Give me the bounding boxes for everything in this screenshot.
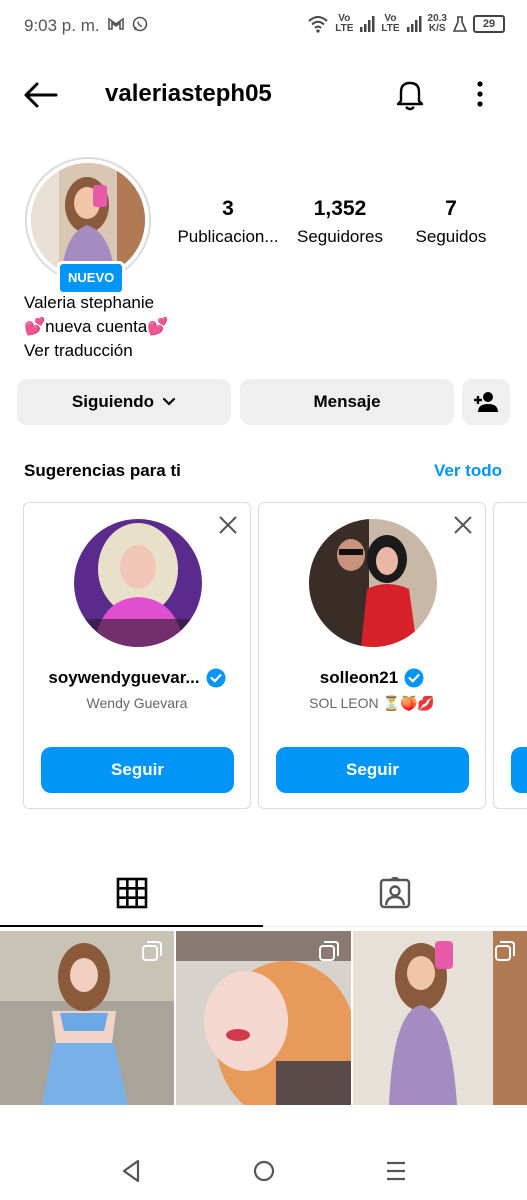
suggestion-fullname: SOL LEON ⏳🍑💋 — [309, 695, 435, 711]
battery-indicator: 29 — [473, 15, 505, 33]
follow-button-partial[interactable] — [511, 747, 527, 793]
posts-count: 3 — [222, 197, 234, 220]
close-icon[interactable] — [453, 515, 473, 535]
see-translation-link[interactable]: Ver traducción — [24, 341, 133, 361]
wifi-icon — [308, 16, 328, 33]
suggestions-heading: Sugerencias para ti — [24, 461, 181, 480]
more-vertical-icon[interactable] — [470, 80, 490, 108]
suggestion-username[interactable]: soywendyguevar... — [24, 668, 250, 688]
suggestion-avatar[interactable] — [309, 519, 437, 647]
stat-posts[interactable]: 3 Publicacion... — [176, 197, 280, 247]
volte-tag: Vo LTE — [335, 13, 354, 34]
add-person-button[interactable] — [462, 379, 510, 425]
profile-avatar[interactable] — [31, 163, 145, 277]
posts-label: Publicacion... — [177, 227, 279, 246]
see-all-link[interactable]: Ver todo — [434, 461, 502, 481]
nav-back-icon[interactable] — [118, 1157, 146, 1185]
signal-icon-2 — [406, 16, 422, 32]
post-thumbnail[interactable] — [0, 931, 174, 1105]
suggestion-card: solleon21 SOL LEON ⏳🍑💋 Seguir — [258, 502, 486, 809]
chevron-down-icon — [162, 397, 176, 406]
suggestion-fullname: Wendy Guevara — [86, 695, 188, 711]
stat-following[interactable]: 7 Seguidos — [406, 197, 496, 247]
back-arrow-icon[interactable] — [24, 82, 58, 108]
profile-bio: 💕nueva cuenta💕 — [24, 317, 169, 336]
notification-icons — [108, 16, 148, 32]
verified-icon — [404, 668, 424, 688]
following-button[interactable]: Siguiendo — [17, 379, 231, 425]
profile-name: Valeria stephanie — [24, 293, 155, 312]
suggestion-card: soywendyguevar... Wendy Guevara Seguir — [23, 502, 251, 809]
post-thumbnail[interactable] — [353, 931, 527, 1105]
add-person-icon — [474, 392, 498, 412]
carousel-icon — [495, 941, 515, 961]
status-right: Vo LTE Vo LTE 20.3 K/S 29 — [307, 14, 505, 34]
status-bar: 9:03 p. m. Vo LTE Vo LTE 20.3 K/S 29 — [0, 0, 527, 52]
net-speed: 20.3 K/S — [427, 13, 447, 34]
followers-count: 1,352 — [313, 197, 367, 220]
follow-button[interactable]: Seguir — [41, 747, 234, 793]
whatsapp-icon — [132, 16, 148, 32]
profile-username: valeriasteph05 — [105, 80, 272, 107]
following-label: Siguiendo — [71, 392, 155, 411]
follow-button[interactable]: Seguir — [276, 747, 469, 793]
carousel-icon — [142, 941, 162, 961]
nav-home-icon[interactable] — [250, 1157, 278, 1185]
message-label: Mensaje — [313, 392, 381, 411]
followers-label: Seguidores — [296, 227, 383, 246]
post-thumbnail[interactable] — [176, 931, 351, 1105]
lab-icon — [453, 16, 467, 32]
new-badge: NUEVO — [57, 261, 126, 295]
signal-icon — [360, 16, 375, 32]
gmail-icon — [108, 17, 124, 30]
grid-tab-icon[interactable] — [116, 877, 148, 909]
suggestion-username[interactable]: solleon21 — [259, 668, 485, 688]
suggestion-avatar[interactable] — [74, 519, 202, 647]
suggestion-card-partial — [493, 502, 527, 809]
volte-tag-2: Vo LTE — [381, 13, 400, 34]
verified-icon — [206, 668, 226, 688]
following-count: 7 — [445, 197, 457, 220]
close-icon[interactable] — [218, 515, 238, 535]
nav-menu-icon[interactable] — [382, 1157, 410, 1185]
message-button[interactable]: Mensaje — [240, 379, 454, 425]
active-tab-indicator — [0, 925, 263, 927]
tagged-tab-icon[interactable] — [379, 877, 411, 909]
stat-followers[interactable]: 1,352 Seguidores — [290, 197, 390, 247]
carousel-icon — [319, 941, 339, 961]
bell-icon[interactable] — [393, 77, 427, 111]
following-label: Seguidos — [415, 227, 487, 246]
status-time: 9:03 p. m. — [24, 16, 100, 35]
